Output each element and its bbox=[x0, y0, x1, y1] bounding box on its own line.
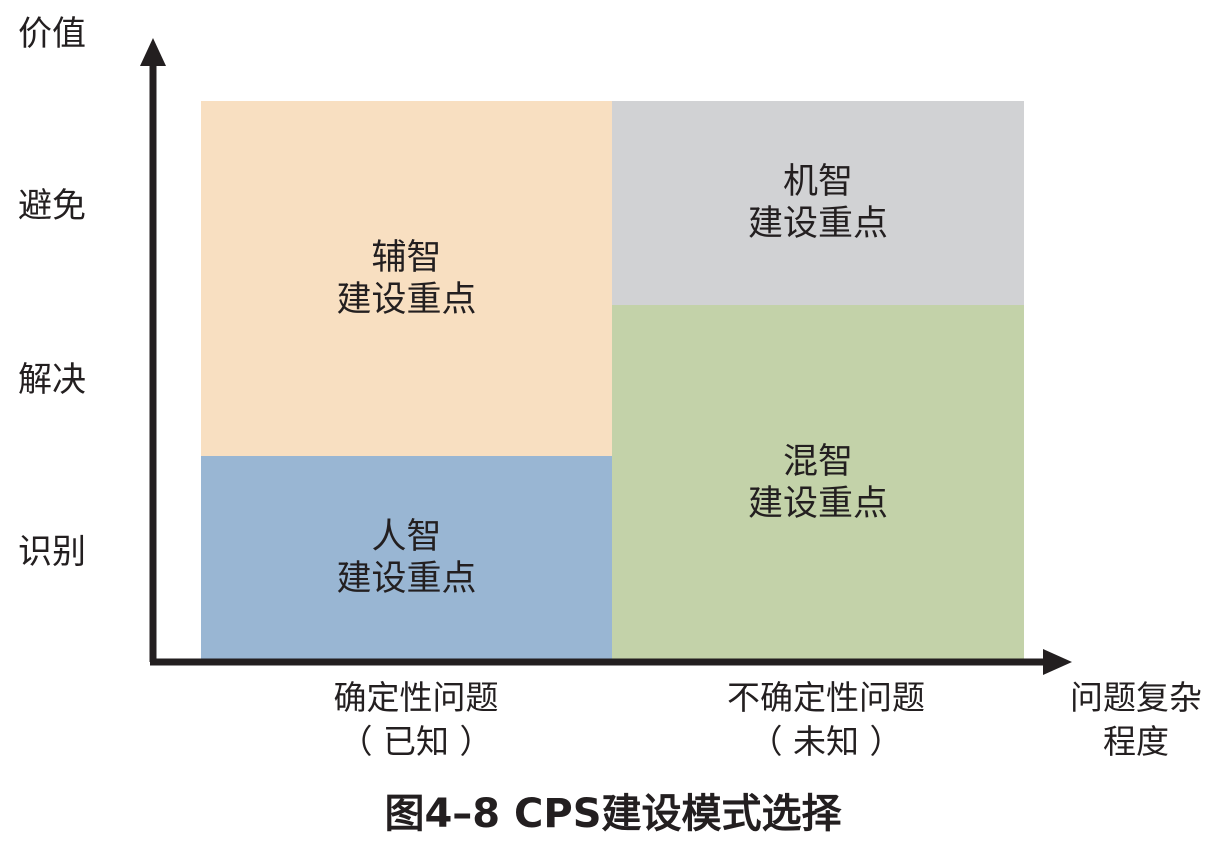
x-axis-title: 问题复杂 程度 bbox=[1056, 676, 1216, 764]
axes bbox=[140, 38, 1072, 675]
y-level-solve: 解决 bbox=[18, 360, 86, 400]
figure-caption: 图4–8 CPS建设模式选择 bbox=[384, 791, 842, 837]
y-level-avoid: 避免 bbox=[18, 186, 86, 226]
y-level-identify: 识别 bbox=[18, 532, 86, 572]
x-category-uncertain-name: 不确定性问题 bbox=[727, 678, 925, 717]
x-axis-title-line1: 问题复杂 bbox=[1070, 678, 1202, 717]
x-axis-arrowhead bbox=[1043, 649, 1072, 675]
x-category-uncertain: 不确定性问题 （ 未知 ） bbox=[696, 676, 956, 764]
y-axis-arrowhead bbox=[140, 38, 166, 66]
x-category-certain: 确定性问题 （ 已知 ） bbox=[306, 676, 526, 764]
x-axis-title-line2: 程度 bbox=[1103, 722, 1169, 761]
x-category-uncertain-note: （ 未知 ） bbox=[749, 722, 903, 761]
y-axis-title: 价值 bbox=[18, 14, 86, 54]
cps-mode-diagram: 辅智 建设重点 人智 建设重点 机智 建设重点 混智 建设重点 价值 避免 解决… bbox=[0, 0, 1226, 846]
x-category-certain-name: 确定性问题 bbox=[333, 678, 499, 717]
x-category-certain-note: （ 已知 ） bbox=[339, 722, 493, 761]
